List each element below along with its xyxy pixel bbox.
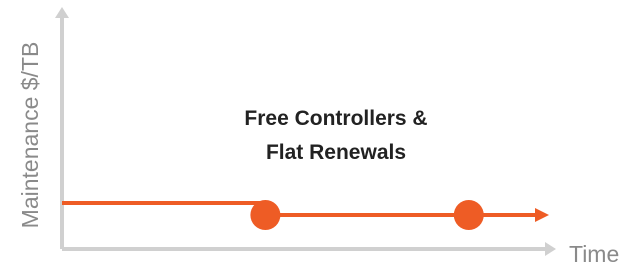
chart: Maintenance $/TB Time Free Controllers &… xyxy=(0,0,641,267)
series-arrowhead xyxy=(535,208,549,222)
annotation-line-1: Free Controllers & xyxy=(244,107,427,130)
y-axis-label: Maintenance $/TB xyxy=(17,42,43,229)
series-marker-2 xyxy=(453,200,484,230)
series-marker-1 xyxy=(250,200,281,230)
annotation-line-2: Flat Renewals xyxy=(266,141,406,164)
x-axis-label: Time xyxy=(569,241,619,266)
x-axis-arrowhead xyxy=(545,242,556,256)
line-chart: Maintenance $/TB Time Free Controllers &… xyxy=(17,7,619,267)
y-axis-arrowhead xyxy=(55,7,69,18)
series-layer xyxy=(62,200,549,230)
